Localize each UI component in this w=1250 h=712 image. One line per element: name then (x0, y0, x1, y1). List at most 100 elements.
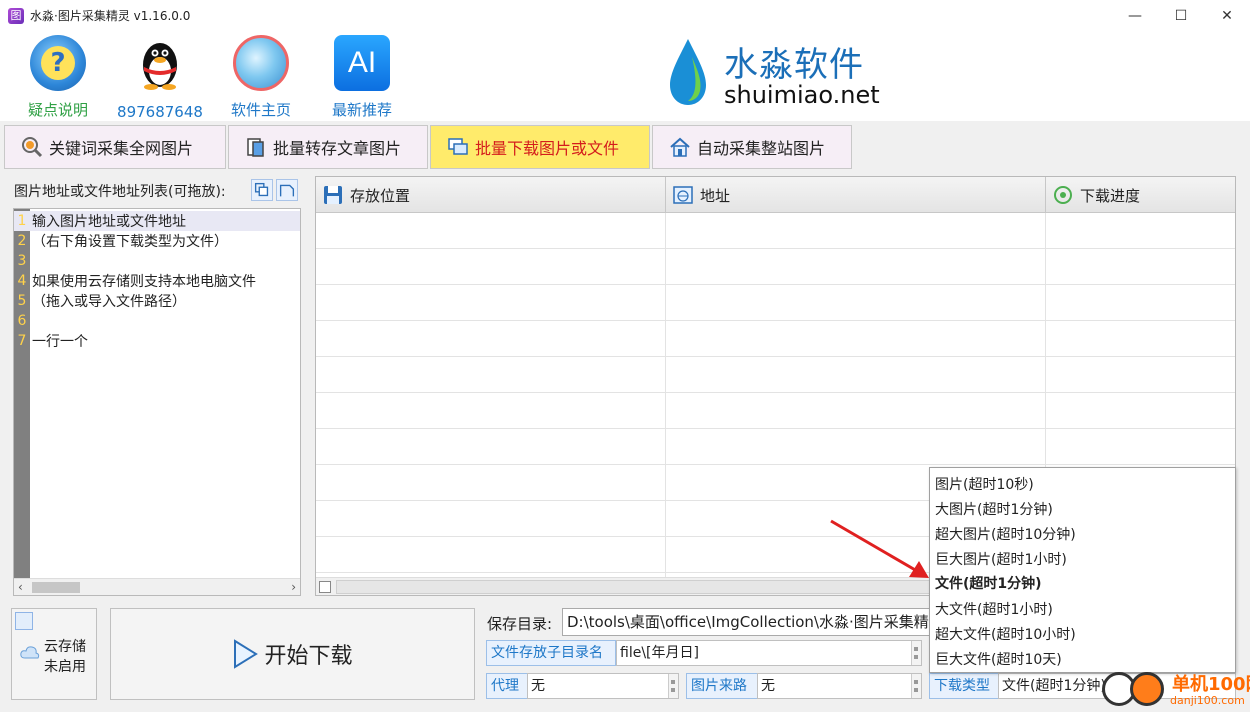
download-type-dropdown: 图片(超时10秒) 大图片(超时1分钟) 超大图片(超时10分钟) 巨大图片(超… (929, 467, 1236, 673)
url-list-editor[interactable]: 1 输入图片地址或文件地址 2 （右下角设置下载类型为文件） 3 4 如果使用云存储则… (13, 208, 301, 596)
copy-icon[interactable] (15, 612, 33, 630)
scroll-thumb[interactable] (32, 582, 80, 593)
cloud-icon (20, 646, 40, 659)
homepage-button[interactable]: 软件主页 (216, 35, 306, 120)
import-list-button[interactable] (251, 179, 273, 201)
table-row (316, 429, 1235, 465)
save-dir-label: 保存目录: (487, 615, 553, 633)
save-disk-icon (324, 186, 342, 204)
book-icon (247, 138, 264, 157)
dropdown-option[interactable]: 大文件(超时1小时) (935, 598, 1053, 623)
water-drop-icon (670, 39, 706, 105)
editor-line: 3 (17, 253, 27, 269)
close-button[interactable]: ✕ (1204, 0, 1250, 31)
tab-batch-download[interactable]: 批量下载图片或文件 (430, 125, 650, 169)
scroll-right-icon[interactable]: › (291, 579, 296, 596)
watermark-dot-icon (1130, 672, 1164, 706)
import-icon (254, 182, 269, 197)
play-icon (234, 639, 259, 669)
recommend-button[interactable]: AI 最新推荐 (317, 35, 407, 120)
globe-icon (233, 35, 289, 91)
table-row (316, 213, 1235, 249)
dropdown-option-selected[interactable]: 文件(超时1分钟) (935, 572, 1042, 597)
scroll-left-icon[interactable]: ‹ (18, 579, 23, 596)
progress-icon (1054, 186, 1072, 204)
source-spinner[interactable] (911, 674, 921, 698)
title-bar: 图 水淼·图片采集精灵 v1.16.0.0 — ☐ ✕ (0, 0, 1250, 31)
app-icon: 图 (8, 7, 24, 24)
table-row (316, 357, 1235, 393)
editor-line: 2 （右下角设置下载类型为文件） (17, 233, 228, 250)
dropdown-option[interactable]: 超大文件(超时10小时) (935, 623, 1076, 648)
recommend-label: 最新推荐 (331, 101, 392, 119)
editor-line: 1 输入图片地址或文件地址 (14, 211, 300, 231)
tab-keyword-collect[interactable]: 关键词采集全网图片 (4, 125, 226, 169)
watermark-en: danji100.com (1170, 694, 1245, 707)
homepage-label: 软件主页 (230, 101, 291, 119)
subdir-spinner[interactable] (911, 641, 921, 665)
qq-penguin-icon (143, 43, 177, 90)
tab-site-collect[interactable]: 自动采集整站图片 (652, 125, 852, 169)
mode-tabs: 关键词采集全网图片 批量转存文章图片 批量下载图片或文件 自动采集整站图片 (4, 125, 854, 169)
qq-button[interactable]: 897687648 (115, 35, 205, 121)
help-button[interactable]: ? 疑点说明 (13, 35, 103, 120)
editor-line: 6 (17, 313, 27, 329)
magnifier-icon (22, 137, 43, 158)
help-icon: ? (30, 35, 86, 91)
image-source-label: 图片来路 (686, 673, 758, 699)
dropdown-option[interactable]: 大图片(超时1分钟) (935, 498, 1053, 523)
image-source-select[interactable]: 无 (757, 673, 922, 699)
table-row (316, 285, 1235, 321)
start-download-label: 开始下载 (264, 644, 353, 669)
tab-label: 自动采集整站图片 (697, 139, 826, 158)
scroll-corner-box[interactable] (319, 581, 331, 593)
cloud-status: 云存储 未启用 (44, 639, 86, 675)
download-type-label: 下载类型 (929, 673, 999, 699)
table-header: 存放位置 地址 下载进度 (316, 177, 1235, 213)
dropdown-option[interactable]: 超大图片(超时10分钟) (935, 523, 1076, 548)
red-arrow-annotation (830, 519, 929, 578)
top-toolbar: ? 疑点说明 897687648 软件主页 AI 最新推荐 水淼软件 shuim… (0, 31, 1250, 121)
subdir-input[interactable]: file\[年月日] (616, 640, 922, 666)
editor-line: 4 如果使用云存储则支持本地电脑文件 (17, 273, 256, 290)
watermark-cn: 单机100网 (1172, 674, 1250, 695)
logo-cn-text: 水淼软件 (724, 45, 864, 85)
qq-number: 897687648 (117, 103, 203, 121)
tab-article-images[interactable]: 批量转存文章图片 (228, 125, 428, 169)
tab-label: 关键词采集全网图片 (49, 139, 194, 158)
table-row (316, 393, 1235, 429)
maximize-button[interactable]: ☐ (1158, 0, 1204, 31)
dropdown-option[interactable]: 巨大图片(超时1小时) (935, 548, 1067, 573)
cloud-storage-toggle[interactable]: 云存储 未启用 (11, 608, 97, 700)
url-list-label: 图片地址或文件地址列表(可拖放): (14, 184, 226, 200)
window-title: 水淼·图片采集精灵 v1.16.0.0 (30, 9, 191, 23)
help-label: 疑点说明 (27, 101, 88, 119)
clear-list-button[interactable] (276, 179, 298, 201)
column-divider (665, 213, 666, 577)
start-download-button[interactable]: 开始下载 (110, 608, 475, 700)
page-corner-icon (279, 184, 295, 197)
proxy-label: 代理 (486, 673, 528, 699)
house-icon (670, 137, 690, 157)
brand-logo: 水淼软件 shuimiao.net (668, 37, 888, 109)
minimize-button[interactable]: — (1112, 0, 1158, 31)
logo-en-text: shuimiao.net (724, 81, 880, 109)
web-icon (673, 186, 693, 204)
table-row (316, 249, 1235, 285)
tab-label: 批量下载图片或文件 (475, 139, 620, 158)
table-row (316, 321, 1235, 357)
windows-stack-icon (448, 138, 468, 155)
column-header-progress[interactable]: 下载进度 (1046, 177, 1235, 213)
editor-horizontal-scrollbar[interactable]: ‹ › (14, 578, 300, 595)
ai-icon: AI (334, 35, 390, 91)
tab-label: 批量转存文章图片 (273, 139, 402, 158)
column-header-location[interactable]: 存放位置 (316, 177, 666, 213)
dropdown-option[interactable]: 巨大文件(超时10天) (935, 648, 1062, 673)
proxy-select[interactable]: 无 (527, 673, 679, 699)
proxy-spinner[interactable] (668, 674, 678, 698)
editor-line: 5 （拖入或导入文件路径） (17, 293, 186, 310)
editor-line: 7 一行一个 (17, 333, 88, 350)
dropdown-option[interactable]: 图片(超时10秒) (935, 473, 1034, 498)
subdir-label: 文件存放子目录名 (486, 640, 616, 666)
column-header-url[interactable]: 地址 (666, 177, 1046, 213)
